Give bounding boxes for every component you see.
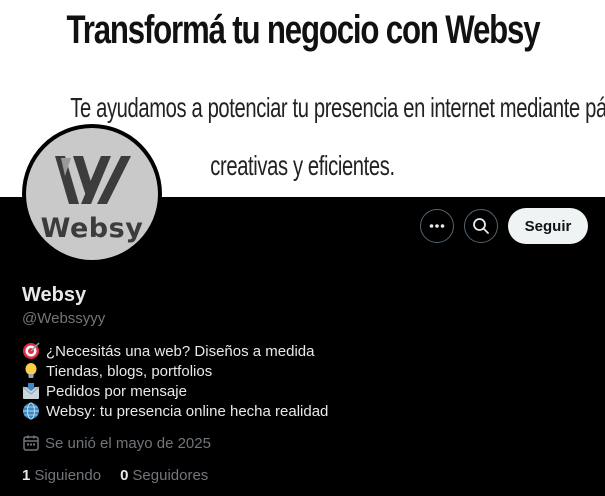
lightbulb-icon	[25, 363, 37, 378]
envelope-icon	[22, 383, 40, 399]
avatar-brand-text: Websy	[40, 213, 144, 244]
websy-logo-icon	[55, 156, 131, 204]
bio-line: Websy: tu presencia online hecha realida…	[22, 401, 328, 421]
bio-line: ¿Necesitás una web? Diseños a medida	[22, 341, 328, 361]
search-button[interactable]	[464, 209, 498, 243]
banner-headline: Transformá tu negocio con Websy	[66, 8, 541, 52]
bio-text: ¿Necesitás una web? Diseños a medida	[46, 342, 315, 360]
banner-subtitle-line1: Te ayudamos a potenciar tu presencia en …	[70, 92, 605, 123]
followers-link[interactable]: Seguidores	[132, 467, 208, 484]
bio-text: Websy: tu presencia online hecha realida…	[46, 402, 329, 420]
bio-text: Tiendas, blogs, portfolios	[46, 362, 213, 380]
more-button[interactable]	[420, 209, 454, 243]
bio-text: Pedidos por mensaje	[46, 382, 187, 400]
profile-bio: ¿Necesitás una web? Diseños a medida Tie…	[22, 341, 328, 421]
globe-icon	[23, 402, 39, 420]
search-icon	[473, 218, 489, 234]
follow-button[interactable]: Seguir	[508, 208, 588, 244]
joined-text: Se unió el mayo de 2025	[45, 434, 211, 452]
follow-stats: 1 Siguiendo 0 Seguidores	[22, 467, 227, 484]
followers-count[interactable]: 0	[120, 467, 128, 484]
bio-line: Tiendas, blogs, portfolios	[22, 361, 328, 381]
avatar-image: Websy	[26, 128, 158, 260]
profile-name: Websy	[22, 284, 87, 306]
target-icon	[23, 342, 40, 359]
more-icon	[429, 224, 445, 228]
joined-date: Se unió el mayo de 2025	[22, 434, 211, 452]
calendar-icon	[23, 435, 39, 451]
following-count[interactable]: 1	[22, 467, 30, 484]
following-link[interactable]: Siguiendo	[34, 467, 101, 484]
bio-line: Pedidos por mensaje	[22, 381, 328, 401]
avatar[interactable]: Websy	[22, 124, 162, 264]
profile-handle: @Webssyyy	[22, 310, 106, 327]
